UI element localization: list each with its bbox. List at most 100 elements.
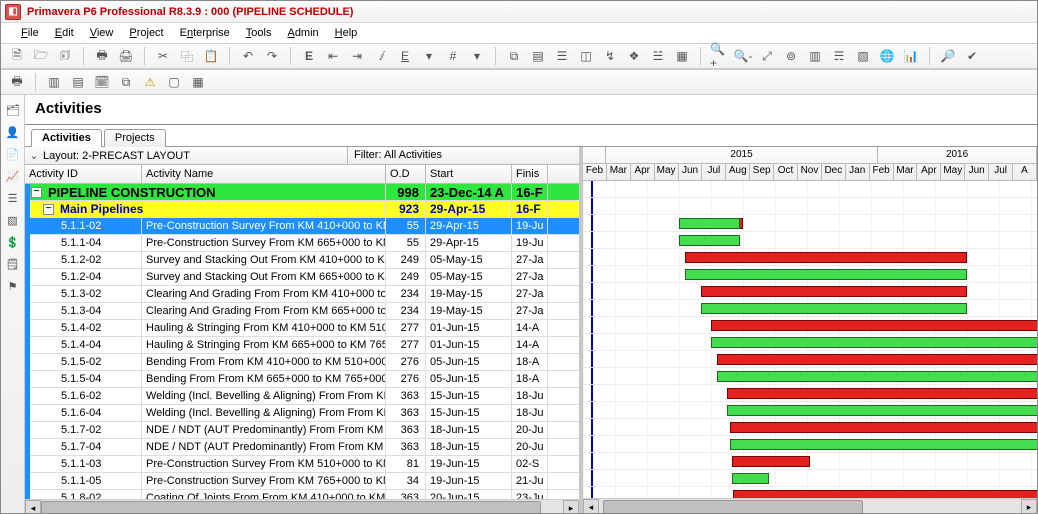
sb-reports-icon[interactable]: 📄 (4, 145, 22, 163)
wbs-icon[interactable]: ⧉ (504, 46, 524, 66)
italic-icon[interactable]: ⅈ (371, 46, 391, 66)
gantt-bar[interactable] (717, 371, 1037, 382)
copy-icon[interactable]: ⿻ (177, 46, 197, 66)
spell-icon[interactable]: ✔ (962, 46, 982, 66)
gantt-bar[interactable] (701, 303, 967, 314)
chart-icon[interactable]: 📊 (901, 46, 921, 66)
gantt-bar[interactable] (679, 235, 740, 246)
gantt-bar[interactable] (732, 473, 769, 484)
zoom-in-icon[interactable]: 🔍+ (709, 46, 729, 66)
print-preview-icon[interactable]: 🖶 (92, 46, 112, 66)
code-icon[interactable]: ▦ (672, 46, 692, 66)
zoom-out-icon[interactable]: 🔍- (733, 46, 753, 66)
scroll-thumb[interactable] (41, 501, 541, 514)
gantt-bar[interactable] (732, 456, 810, 467)
menu-view[interactable]: View (84, 25, 120, 41)
hscroll-right[interactable]: ◂ ▸ (583, 498, 1037, 514)
gantt-icon[interactable]: ☰ (552, 46, 572, 66)
gantt-bar[interactable] (685, 252, 967, 263)
gantt-bar[interactable] (730, 422, 1037, 433)
table-row[interactable]: 5.1.4-04Hauling & Stringing From KM 665+… (25, 337, 579, 354)
col-start[interactable]: Start (426, 165, 512, 183)
filter-label[interactable]: Filter: All Activities (348, 147, 579, 164)
new-icon[interactable]: 🗎 (7, 46, 27, 66)
find-icon[interactable]: 🔎 (938, 46, 958, 66)
table-row[interactable]: 5.1.6-02Welding (Incl. Bevelling & Align… (25, 388, 579, 405)
save-icon[interactable]: 🗊 (55, 46, 75, 66)
scroll-right-icon[interactable]: ▸ (1021, 499, 1037, 514)
gantt-bar[interactable] (733, 490, 1037, 498)
filter-icon[interactable]: ▾ (419, 46, 439, 66)
t2f-icon[interactable]: ▢ (164, 72, 184, 92)
activity-icon[interactable]: ▤ (528, 46, 548, 66)
table-row[interactable]: 5.1.5-04Bending From From KM 665+000 to … (25, 371, 579, 388)
table-row[interactable]: 5.1.7-04NDE / NDT (AUT Predominantly) Fr… (25, 439, 579, 456)
gantt-bar[interactable] (685, 269, 967, 280)
table-row[interactable]: 5.1.1-03Pre-Construction Survey From KM … (25, 456, 579, 473)
t2e-icon[interactable]: ⚠ (140, 72, 160, 92)
layout-icon[interactable]: ◫ (576, 46, 596, 66)
hash-icon[interactable]: # (443, 46, 463, 66)
t2a-icon[interactable]: ▥ (44, 72, 64, 92)
redo-icon[interactable]: ↷ (262, 46, 282, 66)
paste-icon[interactable]: 📋 (201, 46, 221, 66)
col-od[interactable]: O.D (386, 165, 426, 183)
menu-edit[interactable]: Edit (49, 25, 80, 41)
relations-icon[interactable]: ↯ (600, 46, 620, 66)
schedule-icon[interactable]: 🖶 (7, 72, 27, 92)
gantt-body[interactable] (583, 181, 1037, 498)
table-row[interactable]: 5.1.4-02Hauling & Stringing From KM 410+… (25, 320, 579, 337)
table-row[interactable]: 5.1.2-04Survey and Stacking Out From KM … (25, 269, 579, 286)
gantt-bar[interactable] (711, 337, 1037, 348)
indent-left-icon[interactable]: ⇤ (323, 46, 343, 66)
open-icon[interactable]: 🗁 (31, 46, 51, 66)
col-activity-name[interactable]: Activity Name (142, 165, 386, 183)
menu-file[interactable]: File (15, 25, 45, 41)
sb-wbs-icon[interactable]: ☰ (4, 189, 22, 207)
globe-icon[interactable]: 🌐 (877, 46, 897, 66)
sb-resources-icon[interactable]: 👤 (4, 123, 22, 141)
table-row[interactable]: 5.1.3-02Clearing And Grading From From K… (25, 286, 579, 303)
layout-selector[interactable]: ⌄ Layout: 2-PRECAST LAYOUT (25, 147, 348, 164)
columns-icon[interactable]: ▥ (805, 46, 825, 66)
bars-icon[interactable]: ☴ (829, 46, 849, 66)
gantt-bar[interactable] (679, 218, 740, 229)
menu-enterprise[interactable]: Enterprise (174, 25, 236, 41)
gantt-bar[interactable] (711, 320, 1037, 331)
table-row[interactable]: 5.1.1-02Pre-Construction Survey From KM … (25, 218, 579, 235)
collapse-icon[interactable]: − (43, 204, 54, 215)
target-icon[interactable]: ⊚ (781, 46, 801, 66)
tab-projects[interactable]: Projects (104, 129, 166, 147)
gantt-bar[interactable] (701, 286, 967, 297)
resources-icon[interactable]: ▧ (853, 46, 873, 66)
t2c-icon[interactable]: 🗓 (92, 72, 112, 92)
scroll-left-icon[interactable]: ◂ (25, 500, 41, 514)
t2g-icon[interactable]: ▦ (188, 72, 208, 92)
bold-icon[interactable]: E (299, 46, 319, 66)
menu-help[interactable]: Help (329, 25, 364, 41)
activity-grid[interactable]: −PIPELINE CONSTRUCTION99823-Dec-14 A16-F… (25, 184, 579, 499)
collapse-icon[interactable]: − (31, 187, 42, 198)
group-row[interactable]: −PIPELINE CONSTRUCTION99823-Dec-14 A16-F (25, 184, 579, 201)
sb-activities-icon[interactable]: ▧ (4, 211, 22, 229)
risk-icon[interactable]: ❖ (624, 46, 644, 66)
menu-project[interactable]: Project (123, 25, 169, 41)
tab-activities[interactable]: Activities (31, 129, 102, 147)
table-row[interactable]: 5.1.8-02Coating Of Joints From From KM 4… (25, 490, 579, 499)
cut-icon[interactable]: ✂ (153, 46, 173, 66)
table-row[interactable]: 5.1.3-04Clearing And Grading From From K… (25, 303, 579, 320)
gantt-bar[interactable] (730, 439, 1037, 450)
sb-expenses-icon[interactable]: 💲 (4, 233, 22, 251)
sb-tracking-icon[interactable]: 📈 (4, 167, 22, 185)
print-icon[interactable]: 🖨 (116, 46, 136, 66)
col-finish[interactable]: Finis (512, 165, 548, 183)
scroll-left-icon[interactable]: ◂ (583, 499, 599, 514)
table-row[interactable]: 5.1.5-02Bending From From KM 410+000 to … (25, 354, 579, 371)
gantt-bar[interactable] (727, 405, 1037, 416)
col-activity-id[interactable]: Activity ID (25, 165, 142, 183)
table-row[interactable]: 5.1.1-04Pre-Construction Survey From KM … (25, 235, 579, 252)
table-row[interactable]: 5.1.6-04Welding (Incl. Bevelling & Align… (25, 405, 579, 422)
menu-admin[interactable]: Admin (281, 25, 324, 41)
scroll-right-icon[interactable]: ▸ (563, 500, 579, 514)
table-row[interactable]: 5.1.2-02Survey and Stacking Out From KM … (25, 252, 579, 269)
